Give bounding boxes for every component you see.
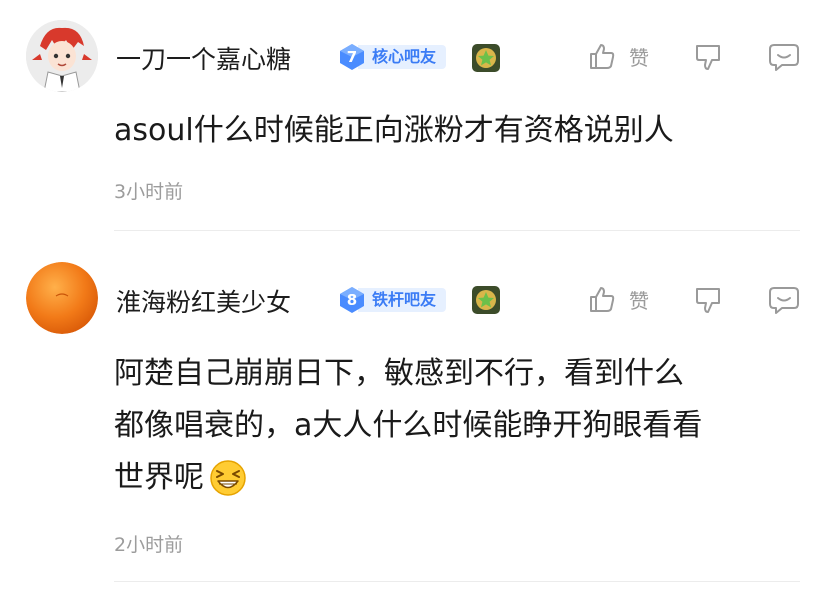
badge-level: 7 [346, 48, 358, 66]
reply-bubble-icon [768, 285, 800, 315]
comment-time: 2小时前 [114, 534, 184, 556]
comment-text-line: 都像唱衰的，a大人什么时候能睁开狗眼看看 [114, 408, 703, 443]
fan-level-badge[interactable]: 8 铁杆吧友 [338, 285, 447, 315]
dislike-button[interactable] [693, 285, 723, 315]
badge-level: 8 [346, 291, 358, 309]
level-gem-icon: 8 [338, 286, 366, 314]
thumbs-up-icon [587, 284, 617, 314]
comment-text: 阿楚自己崩崩日下，敏感到不行，看到什么 都像唱衰的，a大人什么时候能睁开狗眼看看… [114, 348, 702, 504]
badge-title: 铁杆吧友 [358, 288, 447, 312]
level-gem-icon: 7 [338, 43, 366, 71]
reply-button[interactable] [768, 285, 800, 315]
username[interactable]: 淮海粉红美少女 [116, 283, 291, 319]
avatar[interactable] [26, 262, 98, 334]
divider [114, 581, 800, 582]
comment-text-line-wrap: 世界呢 [114, 452, 702, 504]
thumbs-down-icon [693, 285, 723, 315]
grinning-squint-emoji-icon [208, 458, 248, 498]
comment-text-line: 世界呢 [114, 460, 204, 495]
comment-text-line: 阿楚自己崩崩日下，敏感到不行，看到什么 [114, 356, 684, 391]
medal-icon[interactable] [471, 285, 501, 315]
like-label: 赞 [629, 288, 649, 313]
like-button[interactable]: 赞 [587, 284, 649, 314]
comment-item: 淮海粉红美少女 8 铁杆吧友 赞 阿楚自己崩崩日下，敏感到不行，看到什么 都像唱… [0, 0, 828, 582]
